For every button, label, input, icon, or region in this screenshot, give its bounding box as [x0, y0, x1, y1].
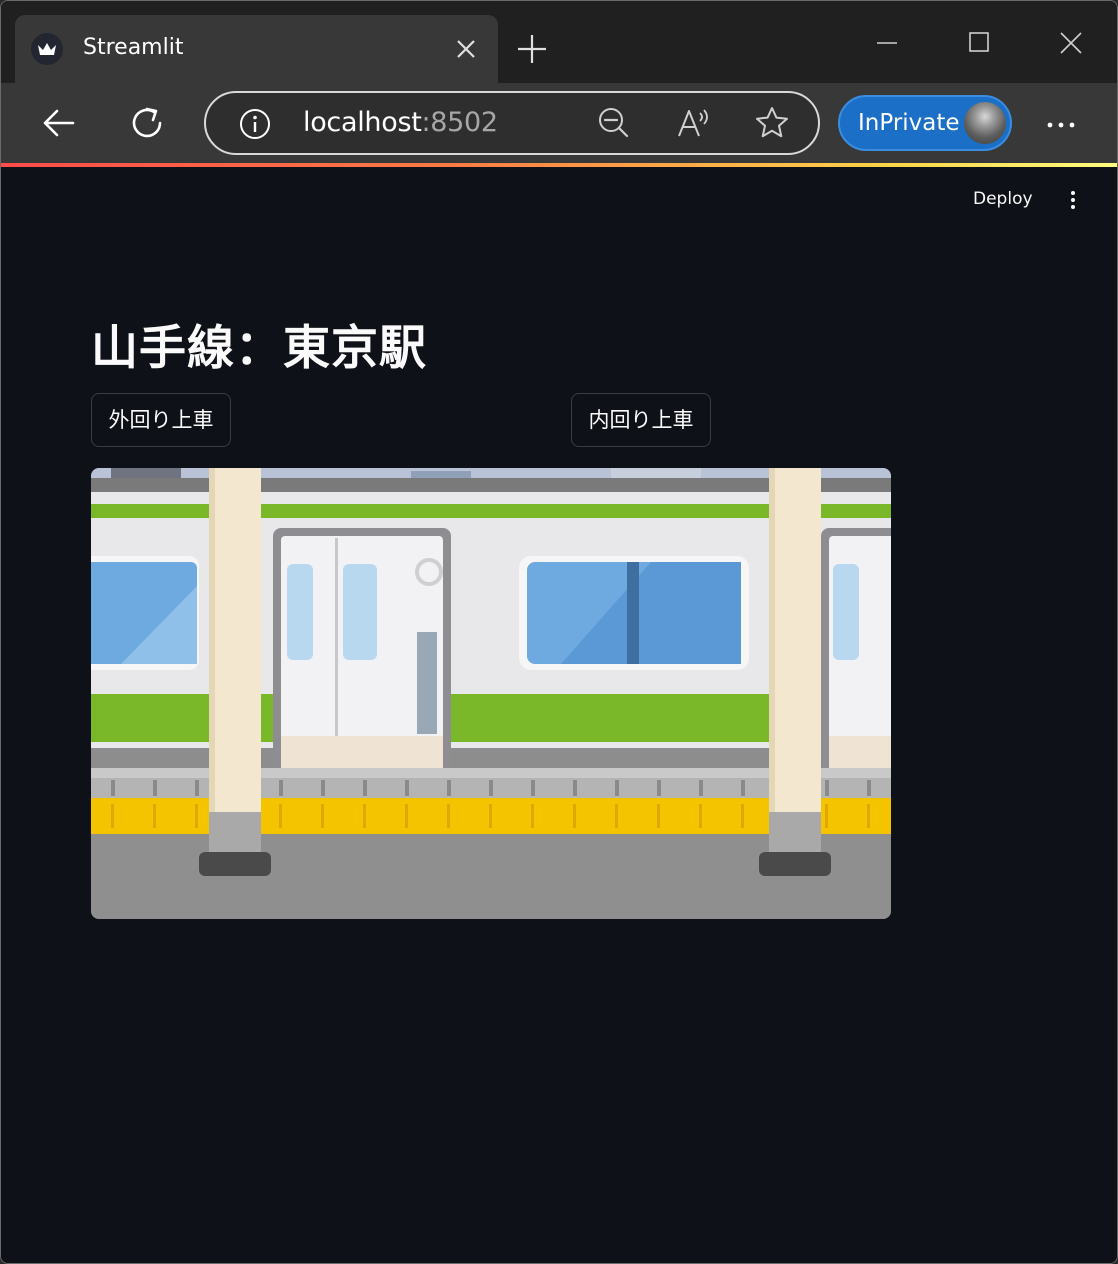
refresh-icon[interactable] — [127, 103, 167, 143]
browser-window: Streamlit localhost:8502 InPrivate Deplo… — [0, 0, 1118, 1264]
tab-bar: Streamlit — [1, 1, 1117, 83]
maximize-icon[interactable] — [959, 25, 999, 61]
browser-toolbar: localhost:8502 InPrivate — [1, 83, 1117, 165]
tab-streamlit[interactable]: Streamlit — [15, 15, 498, 83]
back-arrow-icon[interactable] — [39, 103, 79, 143]
inprivate-label: InPrivate — [858, 110, 960, 136]
profile-avatar-icon — [962, 100, 1008, 146]
favorite-star-icon[interactable] — [752, 103, 792, 143]
more-options-icon[interactable] — [1041, 105, 1081, 145]
inprivate-button[interactable]: InPrivate — [838, 95, 1012, 151]
read-aloud-icon[interactable] — [674, 103, 714, 143]
url-port: :8502 — [421, 107, 499, 138]
train-platform-image — [91, 468, 891, 919]
zoom-out-icon[interactable] — [594, 103, 634, 143]
url-host: localhost — [303, 107, 422, 138]
inner-loop-board-button[interactable]: 内回り上車 — [571, 393, 711, 447]
url-text: localhost:8502 — [303, 107, 498, 138]
new-tab-icon[interactable] — [514, 31, 550, 67]
minimize-icon[interactable] — [867, 25, 907, 61]
train-illustration — [91, 468, 891, 919]
page-title: 山手線：東京駅 — [91, 321, 427, 376]
streamlit-favicon-icon — [31, 33, 63, 65]
tab-title: Streamlit — [83, 35, 184, 60]
address-bar[interactable]: localhost:8502 — [204, 91, 820, 155]
main-menu-icon[interactable] — [1063, 191, 1083, 217]
streamlit-app: Deploy 山手線：東京駅 外回り上車 内回り上車 — [1, 167, 1117, 1263]
site-info-icon[interactable] — [238, 107, 272, 141]
close-window-icon[interactable] — [1051, 25, 1091, 61]
outer-loop-board-button[interactable]: 外回り上車 — [91, 393, 231, 447]
close-tab-icon[interactable] — [451, 34, 481, 64]
deploy-button[interactable]: Deploy — [973, 189, 1033, 209]
